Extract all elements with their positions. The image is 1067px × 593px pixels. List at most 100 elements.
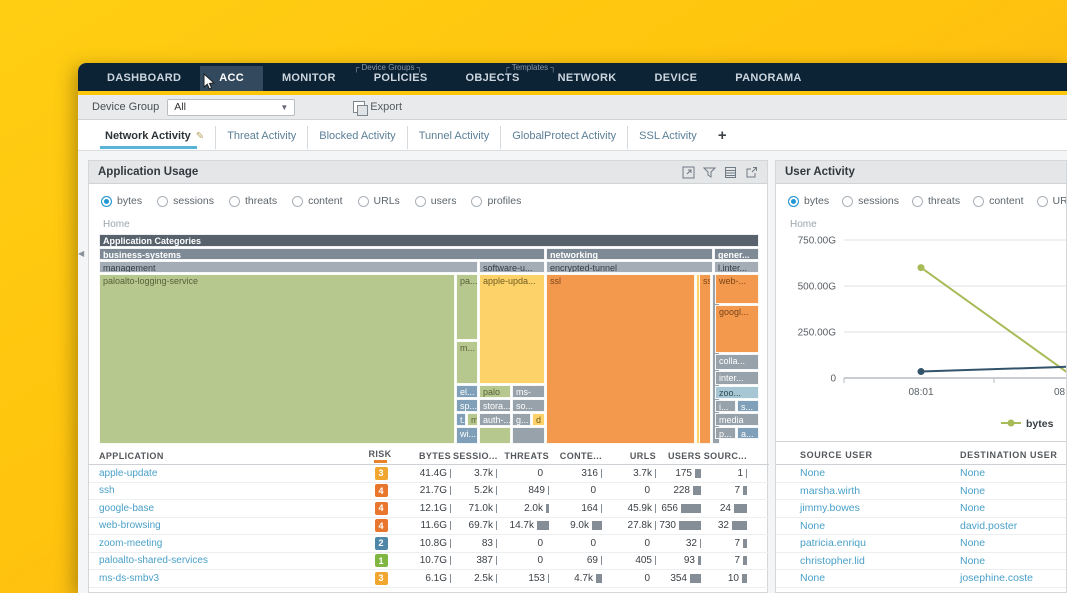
destination-user-link[interactable]: None	[960, 467, 1067, 479]
treemap-block-sp[interactable]: sp...	[456, 399, 478, 412]
treemap-block-paloalto-logging-service[interactable]: paloalto-logging-service	[99, 274, 455, 444]
treemap-block-inter[interactable]: inter...	[715, 371, 759, 385]
treemap-block-web[interactable]: web-...	[715, 274, 759, 304]
destination-user-link[interactable]: None	[960, 502, 1067, 514]
source-user-link[interactable]: None	[800, 467, 960, 479]
col-header-application[interactable]: APPLICATION	[99, 451, 359, 461]
treemap-block-networking[interactable]: networking	[546, 248, 713, 260]
col-header-source-user[interactable]: SOURCE USER	[800, 450, 960, 460]
metric-content[interactable]: content	[292, 195, 342, 207]
destination-user-link[interactable]: david.poster	[960, 520, 1067, 532]
treemap-block-colla[interactable]: colla...	[715, 354, 759, 370]
treemap-block-wi[interactable]: wi...	[456, 427, 478, 444]
source-user-link[interactable]: jimmy.bowes	[800, 502, 960, 514]
treemap-block-l-inter[interactable]: l.inter...	[714, 261, 759, 273]
treemap-block-blank[interactable]	[479, 427, 511, 444]
breadcrumb-home[interactable]: Home	[89, 210, 767, 230]
source-user-link[interactable]: marsha.wirth	[800, 485, 960, 497]
treemap-block-zoo[interactable]: zoo...	[715, 386, 759, 399]
treemap-block-googl[interactable]: googl...	[715, 305, 759, 353]
add-tab-button[interactable]: +	[708, 127, 737, 147]
source-user-link[interactable]: None	[800, 520, 960, 532]
treemap-block-blank[interactable]	[512, 427, 545, 444]
radio-sessions[interactable]	[842, 196, 853, 207]
metric-bytes[interactable]: bytes	[788, 195, 829, 207]
radio-sessions[interactable]	[157, 196, 168, 207]
tab-globalprotect-activity[interactable]: GlobalProtect Activity	[501, 126, 628, 149]
application-link-google-base[interactable]: google-base	[99, 503, 359, 514]
tab-ssl-activity[interactable]: SSL Activity	[628, 126, 708, 149]
radio-urls[interactable]	[1037, 196, 1048, 207]
treemap-block-software-u[interactable]: software-u...	[479, 261, 545, 273]
treemap-block-d[interactable]: d	[532, 413, 545, 426]
metric-sessions[interactable]: sessions	[157, 195, 214, 207]
metric-profiles[interactable]: profiles	[471, 195, 521, 207]
treemap-block-palo[interactable]: palo	[479, 385, 511, 398]
treemap-block-s[interactable]: s...	[737, 400, 759, 412]
treemap-block-el[interactable]: el...	[456, 385, 478, 398]
destination-user-link[interactable]: None	[960, 555, 1067, 567]
application-link-web-browsing[interactable]: web-browsing	[99, 520, 359, 531]
treemap-block-encrypted-tunnel[interactable]: encrypted-tunnel	[546, 261, 713, 273]
treemap-block-gener[interactable]: gener...	[714, 248, 759, 260]
treemap-block-t[interactable]: t.	[456, 413, 466, 426]
metric-urls[interactable]: URLs	[1037, 195, 1067, 207]
treemap-block-ms[interactable]: ms-	[512, 385, 545, 398]
treemap-block-m[interactable]: m	[467, 413, 478, 426]
destination-user-link[interactable]: None	[960, 485, 1067, 497]
col-header-sourc[interactable]: SOURC...	[703, 451, 749, 461]
metric-threats[interactable]: threats	[229, 195, 277, 207]
treemap-block-pa[interactable]: pa...	[456, 274, 478, 340]
radio-users[interactable]	[415, 196, 426, 207]
metric-sessions[interactable]: sessions	[842, 195, 899, 207]
treemap-block-g[interactable]: g...	[512, 413, 531, 426]
treemap-block-application-categories[interactable]: Application Categories	[99, 234, 759, 247]
treemap-block-auth[interactable]: auth-...	[479, 413, 511, 426]
nav-item-panorama[interactable]: PANORAMA	[716, 66, 820, 91]
treemap-block-i[interactable]: i...	[715, 400, 736, 412]
tab-network-activity[interactable]: Network Activity✎	[94, 126, 216, 149]
treemap-block-ssl[interactable]: ssl	[546, 274, 695, 444]
tab-blocked-activity[interactable]: Blocked Activity	[308, 126, 407, 149]
treemap-block-management[interactable]: management	[99, 261, 478, 273]
treemap-block-ssh[interactable]: ssh	[699, 274, 711, 444]
radio-content[interactable]	[973, 196, 984, 207]
col-header-destination-user[interactable]: DESTINATION USER	[960, 450, 1067, 460]
application-link-paloalto-shared-services[interactable]: paloalto-shared-services	[99, 555, 359, 566]
jump-to-logs-icon[interactable]	[745, 166, 758, 179]
metric-threats[interactable]: threats	[912, 195, 960, 207]
destination-user-link[interactable]: None	[960, 537, 1067, 549]
treemap-block-p[interactable]: p...	[715, 427, 736, 439]
treemap-block-apple-upda[interactable]: apple-upda...	[479, 274, 545, 384]
radio-urls[interactable]	[358, 196, 369, 207]
application-link-zoom-meeting[interactable]: zoom-meeting	[99, 538, 359, 549]
tab-threat-activity[interactable]: Threat Activity	[216, 126, 308, 149]
col-header-bytes[interactable]: BYTES	[403, 451, 453, 461]
export-button[interactable]: Export	[353, 101, 402, 113]
col-header-urls[interactable]: URLS	[604, 451, 658, 461]
metric-users[interactable]: users	[415, 195, 457, 207]
col-header-users[interactable]: USERS	[658, 451, 703, 461]
data-point[interactable]	[918, 264, 925, 271]
metric-bytes[interactable]: bytes	[101, 195, 142, 207]
col-header-sessio[interactable]: SESSIO...	[453, 451, 499, 461]
device-group-select[interactable]: All ▼	[167, 99, 295, 116]
nav-item-dashboard[interactable]: DASHBOARD	[88, 66, 200, 91]
treemap-block-media[interactable]: media	[715, 413, 759, 426]
data-point[interactable]	[918, 368, 925, 375]
table-view-icon[interactable]	[724, 166, 737, 179]
radio-bytes[interactable]	[101, 196, 112, 207]
panel-collapse-handle[interactable]: ◀	[78, 249, 84, 258]
nav-item-device[interactable]: DEVICE	[636, 66, 717, 91]
tab-tunnel-activity[interactable]: Tunnel Activity	[408, 126, 502, 149]
filter-icon[interactable]	[703, 166, 716, 179]
treemap-block-so[interactable]: so...	[512, 399, 545, 412]
treemap-block-business-systems[interactable]: business-systems	[99, 248, 545, 260]
application-link-apple-update[interactable]: apple-update	[99, 468, 359, 479]
radio-profiles[interactable]	[471, 196, 482, 207]
edit-tab-icon[interactable]: ✎	[196, 131, 204, 142]
radio-content[interactable]	[292, 196, 303, 207]
treemap-block-m[interactable]: m...	[456, 341, 478, 384]
application-link-ssh[interactable]: ssh	[99, 485, 359, 496]
metric-content[interactable]: content	[973, 195, 1023, 207]
